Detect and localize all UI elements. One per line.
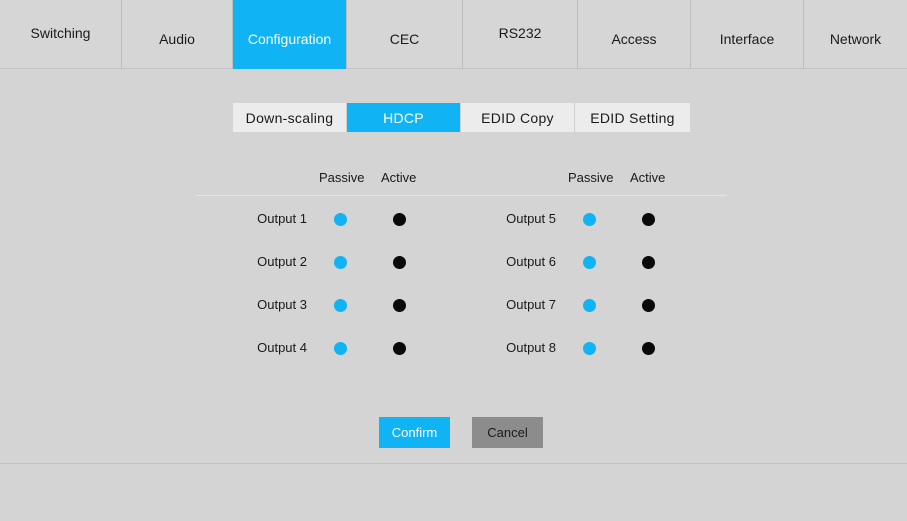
output-6-label: Output 6 — [506, 254, 556, 269]
tab-switching[interactable]: Switching — [0, 0, 122, 69]
subtab-down-scaling[interactable]: Down-scaling — [233, 103, 347, 132]
header-divider — [196, 195, 727, 196]
column-header-active: Active — [381, 170, 417, 185]
column-header-active-right: Active — [630, 170, 666, 185]
output-6-passive-radio[interactable] — [583, 256, 596, 269]
output-3-passive-radio[interactable] — [334, 299, 347, 312]
output-2-label: Output 2 — [257, 254, 307, 269]
subtab-edid-setting[interactable]: EDID Setting — [575, 103, 690, 132]
config-subtabs: Down-scaling HDCP EDID Copy EDID Setting — [233, 103, 690, 132]
confirm-button[interactable]: Confirm — [379, 417, 450, 448]
tab-configuration[interactable]: Configuration — [233, 0, 347, 69]
column-header-passive-right: Passive — [568, 170, 614, 185]
output-7-passive-radio[interactable] — [583, 299, 596, 312]
tab-cec[interactable]: CEC — [347, 0, 463, 69]
output-2-passive-radio[interactable] — [334, 256, 347, 269]
main-nav: Switching Audio Configuration CEC RS232 … — [0, 0, 907, 69]
output-8-active-radio[interactable] — [642, 342, 655, 355]
output-3-active-radio[interactable] — [393, 299, 406, 312]
output-8-label: Output 8 — [506, 340, 556, 355]
tab-rs232[interactable]: RS232 — [463, 0, 578, 69]
output-5-active-radio[interactable] — [642, 213, 655, 226]
output-1-label: Output 1 — [257, 211, 307, 226]
output-6-active-radio[interactable] — [642, 256, 655, 269]
column-header-passive: Passive — [319, 170, 365, 185]
output-7-label: Output 7 — [506, 297, 556, 312]
cancel-button[interactable]: Cancel — [472, 417, 543, 448]
output-2-active-radio[interactable] — [393, 256, 406, 269]
output-5-label: Output 5 — [506, 211, 556, 226]
output-3-label: Output 3 — [257, 297, 307, 312]
output-7-active-radio[interactable] — [642, 299, 655, 312]
subtab-hdcp[interactable]: HDCP — [347, 103, 461, 132]
output-5-passive-radio[interactable] — [583, 213, 596, 226]
output-1-active-radio[interactable] — [393, 213, 406, 226]
output-4-passive-radio[interactable] — [334, 342, 347, 355]
tab-access[interactable]: Access — [578, 0, 691, 69]
tab-network[interactable]: Network — [804, 0, 907, 69]
output-4-active-radio[interactable] — [393, 342, 406, 355]
subtab-edid-copy[interactable]: EDID Copy — [461, 103, 575, 132]
footer-divider — [0, 463, 907, 464]
tab-audio[interactable]: Audio — [122, 0, 233, 69]
tab-interface[interactable]: Interface — [691, 0, 804, 69]
output-8-passive-radio[interactable] — [583, 342, 596, 355]
output-4-label: Output 4 — [257, 340, 307, 355]
output-1-passive-radio[interactable] — [334, 213, 347, 226]
